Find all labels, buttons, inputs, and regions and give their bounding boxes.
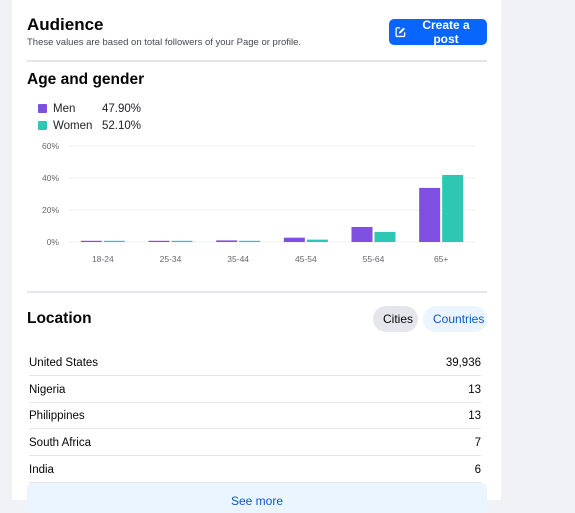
legend-item-men: Men 47.90% [38, 100, 141, 117]
location-row: India 6 [29, 458, 481, 483]
bar-men-45-54[interactable] [283, 237, 305, 242]
create-post-label: Create a post [422, 18, 470, 46]
location-row: South Africa 7 [29, 431, 481, 457]
location-list: United States 39,936 Nigeria 13 Philippines 1… [29, 351, 481, 484]
location-row: Philippines 13 [29, 404, 481, 430]
location-count: 13 [468, 410, 481, 423]
divider [27, 291, 487, 293]
legend-label-men: Men [53, 102, 76, 115]
bar-men-35-44[interactable] [216, 240, 238, 242]
bar-women-55-64[interactable] [374, 231, 396, 242]
x-tick-label: 45-54 [295, 254, 317, 264]
location-count: 7 [474, 437, 481, 450]
x-tick-label: 25-34 [160, 254, 182, 264]
create-post-button[interactable]: Create a post [389, 18, 487, 46]
see-more-button[interactable]: See more [27, 483, 487, 513]
bar-men-18-24[interactable] [80, 240, 102, 242]
location-row: United States 39,936 [29, 351, 481, 376]
divider [27, 60, 487, 62]
bar-women-18-24[interactable] [103, 240, 125, 242]
y-tick-label: 0% [47, 237, 60, 247]
location-title: Location [27, 310, 92, 327]
bar-men-65+[interactable] [419, 187, 441, 242]
legend-value-men: 47.90% [101, 102, 141, 115]
tab-cities[interactable]: Cities [373, 306, 418, 332]
location-name: India [29, 463, 54, 476]
bar-women-65+[interactable] [442, 174, 464, 242]
audience-card: Audience These values are based on total… [12, 0, 501, 513]
y-tick-label: 60% [42, 141, 59, 151]
bar-men-55-64[interactable] [351, 226, 373, 242]
y-tick-label: 20% [42, 205, 59, 215]
x-tick-label: 65+ [434, 254, 448, 264]
bar-women-25-34[interactable] [171, 240, 193, 242]
location-count: 13 [468, 383, 481, 396]
legend-item-women: Women 52.10% [38, 117, 141, 134]
y-tick-label: 40% [42, 173, 59, 183]
x-tick-label: 18-24 [92, 254, 114, 264]
edit-square-icon [395, 27, 406, 38]
legend-swatch-men [38, 104, 47, 113]
bar-men-25-34[interactable] [148, 240, 170, 242]
location-count: 39,936 [445, 357, 481, 369]
location-count: 6 [474, 463, 481, 476]
audience-subtitle: These values are based on total follower… [27, 37, 302, 48]
x-tick-label: 55-64 [363, 254, 385, 264]
age-gender-bar-chart: 0% 20% 40% 60% 18-24 25-34 35-44 45-54 55-64 65+ [42, 141, 475, 264]
legend-swatch-women [38, 121, 47, 130]
bar-women-45-54[interactable] [306, 239, 328, 242]
chart-legend: Men 47.90% Women 52.10% [38, 100, 141, 134]
bar-women-35-44[interactable] [239, 240, 261, 242]
location-name: Nigeria [29, 383, 66, 396]
location-name: South Africa [29, 437, 92, 450]
audience-title: Audience [27, 15, 104, 34]
legend-value-women: 52.10% [101, 119, 141, 132]
age-gender-title: Age and gender [27, 71, 145, 88]
legend-label-women: Women [53, 119, 93, 132]
x-tick-label: 35-44 [227, 254, 249, 264]
location-name: United States [29, 357, 99, 369]
location-row: Nigeria 13 [29, 378, 481, 403]
tab-countries[interactable]: Countries [423, 306, 487, 332]
location-name: Philippines [29, 410, 85, 423]
